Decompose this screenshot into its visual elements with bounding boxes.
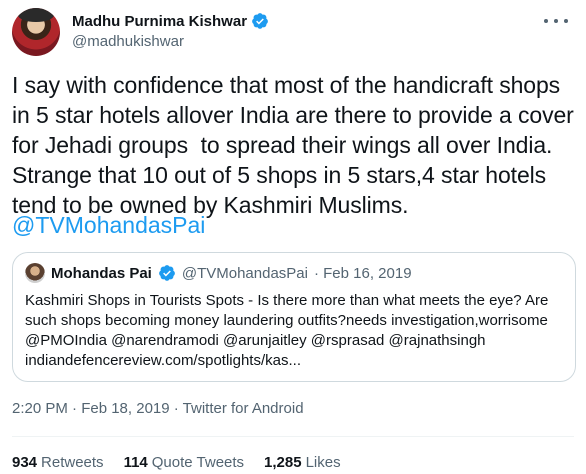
dot-icon bbox=[564, 19, 568, 23]
quoted-date: · Feb 16, 2019 bbox=[313, 264, 412, 282]
verified-badge-icon bbox=[252, 13, 268, 29]
quoted-tweet-card[interactable]: Mohandas Pai @TVMohandasPai · Feb 16, 20… bbox=[12, 252, 576, 382]
tweet-text: I say with confidence that most of the h… bbox=[12, 72, 574, 218]
dot-icon bbox=[544, 19, 548, 23]
retweets-stat[interactable]: 934 Retweets bbox=[12, 454, 104, 471]
author-display-name[interactable]: Madhu Purnima Kishwar bbox=[72, 13, 247, 30]
likes-label: Likes bbox=[305, 454, 341, 471]
quoted-author-name: Mohandas Pai bbox=[51, 264, 152, 282]
quote-tweets-count: 114 bbox=[123, 454, 148, 471]
verified-badge-icon bbox=[158, 265, 175, 281]
author-name-block: Madhu Purnima Kishwar @madhukishwar bbox=[72, 12, 269, 50]
quoted-tweet-header: Mohandas Pai @TVMohandasPai · Feb 16, 20… bbox=[25, 263, 412, 283]
quoted-author-handle: @TVMohandasPai bbox=[181, 264, 308, 282]
likes-count: 1,285 bbox=[264, 454, 302, 471]
quote-tweets-label: Quote Tweets bbox=[151, 454, 245, 471]
retweets-label: Retweets bbox=[41, 454, 104, 471]
author-display-name-row[interactable]: Madhu Purnima Kishwar bbox=[72, 12, 269, 30]
more-options-icon[interactable] bbox=[544, 12, 568, 30]
divider bbox=[12, 436, 574, 437]
tweet-timestamp[interactable]: 2:20 PM · Feb 18, 2019 · Twitter for And… bbox=[12, 400, 304, 417]
dot-icon bbox=[554, 19, 558, 23]
likes-stat[interactable]: 1,285 Likes bbox=[264, 454, 341, 471]
quote-tweets-stat[interactable]: 114 Quote Tweets bbox=[124, 454, 244, 471]
engagement-stats: 934 Retweets 114 Quote Tweets 1,285 Likes bbox=[12, 454, 341, 471]
quoted-author-avatar bbox=[25, 263, 45, 283]
quoted-tweet-text: Kashmiri Shops in Tourists Spots - Is th… bbox=[25, 292, 549, 369]
tweet-header: Madhu Purnima Kishwar @madhukishwar bbox=[12, 8, 574, 64]
mention-link[interactable]: @TVMohandasPai bbox=[12, 210, 205, 240]
author-handle[interactable]: @madhukishwar bbox=[72, 33, 269, 50]
author-avatar[interactable] bbox=[12, 8, 60, 56]
retweets-count: 934 bbox=[12, 454, 38, 471]
